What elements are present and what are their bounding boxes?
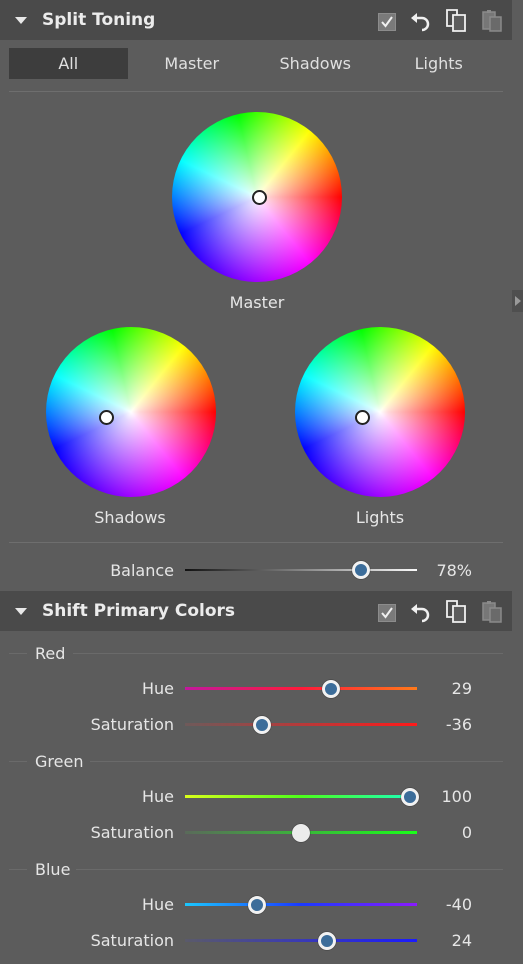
balance-label: Balance: [110, 561, 174, 580]
paste-icon[interactable]: [480, 599, 504, 623]
tab-master[interactable]: Master: [133, 48, 252, 79]
blue-saturation-slider-knob[interactable]: [317, 932, 336, 950]
split-toning-header[interactable]: Split Toning: [0, 0, 512, 40]
tab-bar: All Master Shadows Lights: [9, 48, 503, 80]
enable-checkbox[interactable]: [378, 13, 396, 31]
panel-expand-handle[interactable]: [512, 290, 523, 312]
red-hue-slider-knob[interactable]: [322, 680, 341, 698]
panel-title: Shift Primary Colors: [42, 601, 236, 621]
green-hue-slider-track[interactable]: [185, 795, 417, 798]
shift-primary-header[interactable]: Shift Primary Colors: [0, 591, 512, 631]
group-divider: [9, 653, 27, 654]
green-hue-label: Hue: [141, 787, 174, 806]
lights-wheel-handle[interactable]: [355, 410, 370, 425]
tabs-divider: [9, 91, 503, 92]
blue-saturation-value: 24: [451, 931, 472, 950]
red-saturation-value: -36: [445, 715, 472, 734]
tab-lights[interactable]: Lights: [380, 48, 499, 79]
panel-title: Split Toning: [42, 10, 156, 30]
group-divider: [76, 869, 503, 870]
lights-color-wheel[interactable]: [295, 327, 465, 497]
blue-saturation-slider-track[interactable]: [185, 939, 417, 942]
copy-icon[interactable]: [444, 599, 468, 623]
shadows-color-wheel[interactable]: [46, 327, 216, 497]
copy-icon[interactable]: [444, 8, 468, 32]
tab-shadows[interactable]: Shadows: [256, 48, 375, 79]
red-saturation-label: Saturation: [90, 715, 174, 734]
red-hue-label: Hue: [141, 679, 174, 698]
green-saturation-value: 0: [461, 823, 472, 842]
red-saturation-slider-knob[interactable]: [252, 716, 271, 734]
group-divider: [90, 761, 503, 762]
group-divider: [73, 653, 503, 654]
blue-hue-label: Hue: [141, 895, 174, 914]
master-wheel-label: Master: [229, 293, 285, 312]
balance-slider-track[interactable]: [185, 569, 417, 571]
master-wheel-handle[interactable]: [252, 190, 267, 205]
wheels-divider: [9, 542, 503, 543]
blue-saturation-label: Saturation: [90, 931, 174, 950]
shadows-wheel-label: Shadows: [94, 508, 166, 527]
collapse-triangle-icon[interactable]: [15, 16, 27, 24]
chevron-right-icon: [515, 296, 521, 306]
undo-icon[interactable]: [408, 8, 432, 32]
group-divider: [9, 869, 27, 870]
undo-icon[interactable]: [408, 599, 432, 623]
green-hue-value: 100: [441, 787, 472, 806]
red-saturation-slider-track[interactable]: [185, 723, 417, 726]
tab-all[interactable]: All: [9, 48, 128, 79]
balance-value: 78%: [436, 561, 472, 580]
red-hue-slider-track[interactable]: [185, 687, 417, 690]
balance-slider-knob[interactable]: [352, 561, 371, 579]
group-label-red: Red: [35, 644, 66, 663]
red-hue-value: 29: [451, 679, 472, 698]
enable-checkbox[interactable]: [378, 604, 396, 622]
green-saturation-label: Saturation: [90, 823, 174, 842]
lights-wheel-label: Lights: [355, 508, 405, 527]
group-label-blue: Blue: [35, 860, 71, 879]
green-saturation-slider-knob[interactable]: [292, 824, 310, 842]
blue-hue-slider-track[interactable]: [185, 903, 417, 906]
shadows-wheel-handle[interactable]: [99, 410, 114, 425]
blue-hue-slider-knob[interactable]: [247, 896, 266, 914]
blue-hue-value: -40: [445, 895, 472, 914]
green-hue-slider-knob[interactable]: [401, 788, 420, 806]
collapse-triangle-icon[interactable]: [15, 607, 27, 615]
paste-icon[interactable]: [480, 8, 504, 32]
group-divider: [9, 761, 27, 762]
group-label-green: Green: [35, 752, 84, 771]
